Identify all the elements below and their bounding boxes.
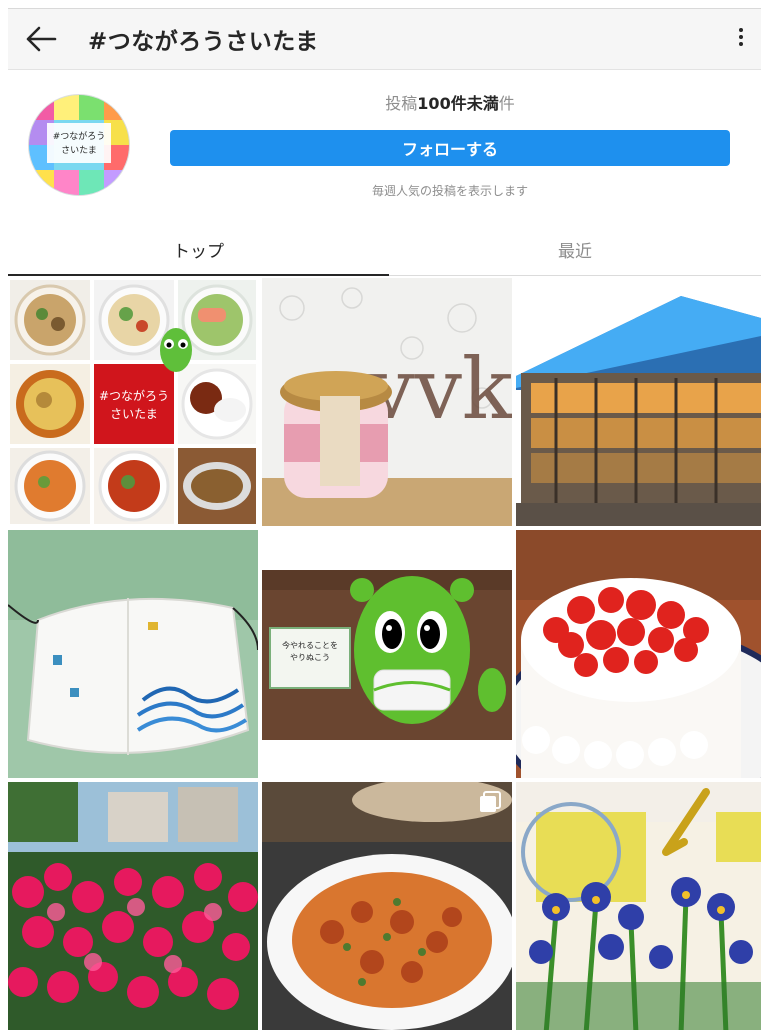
post-spaghetti-plate[interactable] — [262, 782, 512, 1030]
post-iris-embroidery[interactable] — [516, 782, 761, 1030]
collage-caption-line1: #つながろう — [99, 388, 169, 403]
hashtag-avatar: #つながろう さいたま — [28, 94, 130, 196]
back-arrow-icon[interactable] — [24, 23, 58, 55]
post-food-collage[interactable]: #つながろう さいたま — [8, 278, 258, 526]
post-mascot-with-mask[interactable]: 今やれることを やりぬこう — [262, 530, 512, 778]
svg-text:さいたま: さいたま — [61, 145, 97, 156]
feed-tabs: トップ 最近 — [8, 222, 761, 276]
post-strawberry-cake[interactable] — [516, 530, 761, 778]
top-bar: #つながろうさいたま — [8, 8, 761, 70]
tab-recent[interactable]: 最近 — [389, 222, 761, 276]
post-count-value: 100件未満 — [417, 94, 499, 113]
post-pudding-jar[interactable]: vvke — [262, 278, 512, 526]
post-count-suffix: 件 — [498, 94, 515, 113]
hashtag-header: #つながろう さいたま 投稿100件未満件 フォローする 毎週人気の投稿を表示し… — [8, 70, 761, 220]
post-red-azaleas[interactable] — [8, 782, 258, 1030]
mascot-sign-line1: 今やれることを — [282, 640, 338, 650]
posts-grid: #つながろう さいたま vvk 今やれることを やりぬこう — [8, 278, 761, 1034]
post-count-prefix: 投稿 — [385, 94, 418, 113]
follow-button[interactable]: フォローする — [170, 130, 730, 166]
post-count: 投稿100件未満件 — [170, 90, 730, 114]
more-options-icon[interactable] — [735, 25, 747, 55]
hashtag-page: #つながろうさいたま #つながろう さいたま 投稿100件未満件 フォローする … — [0, 0, 761, 1034]
active-tab-indicator — [8, 274, 389, 276]
collage-caption-line2: さいたま — [110, 407, 158, 421]
weekly-popular-note: 毎週人気の投稿を表示します — [371, 184, 528, 198]
mascot-sign-line2: やりぬこう — [290, 653, 330, 662]
svg-text:#つながろう: #つながろう — [53, 130, 106, 142]
page-title: #つながろうさいたま — [88, 29, 319, 55]
tab-top[interactable]: トップ — [8, 222, 389, 276]
post-wave-mask[interactable] — [8, 530, 258, 778]
post-arena-building[interactable] — [516, 278, 761, 526]
